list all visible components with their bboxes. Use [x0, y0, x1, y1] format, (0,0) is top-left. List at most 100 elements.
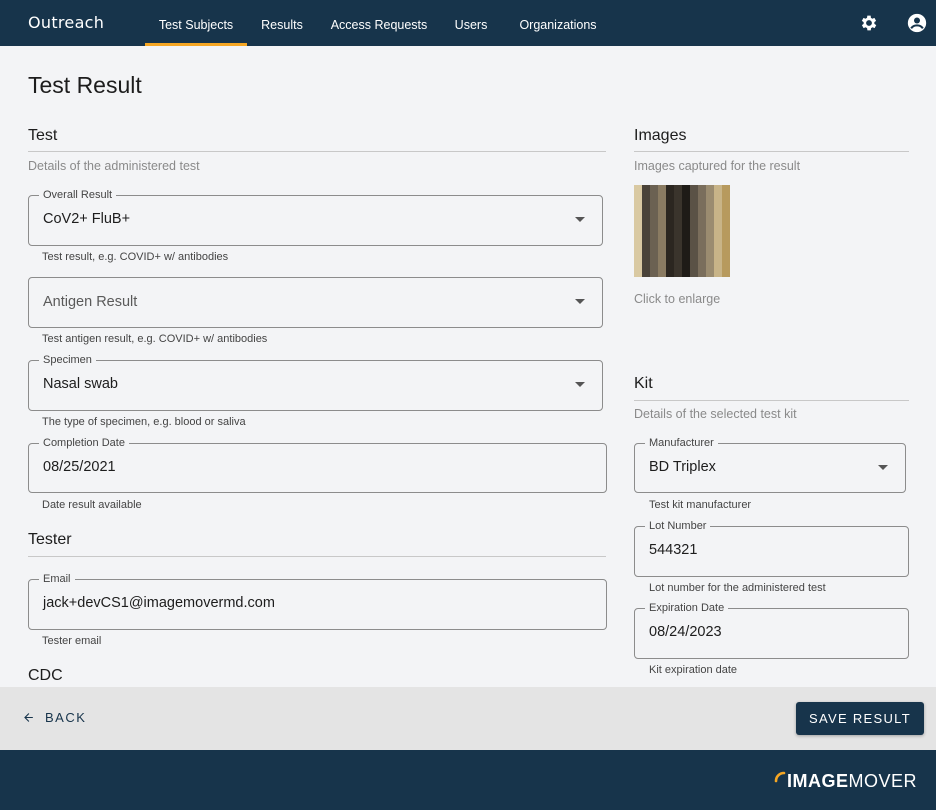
thumbnail-pixel	[642, 230, 650, 239]
logo-mark-icon	[774, 771, 786, 783]
thumbnail-pixel	[650, 230, 658, 239]
thumbnail-pixel	[714, 230, 722, 239]
thumbnail-pixel	[698, 185, 706, 193]
completion-date-input[interactable]: Completion Date 08/25/2021	[28, 436, 607, 493]
thumbnail-pixel	[682, 192, 690, 201]
thumbnail-pixel	[650, 246, 658, 254]
back-button[interactable]: BACK	[22, 710, 86, 725]
thumbnail-pixel	[706, 185, 714, 193]
antigen-result-placeholder: Antigen Result	[43, 294, 138, 310]
tester-email-label: Email	[39, 572, 75, 586]
antigen-result-select[interactable]: Antigen Result	[28, 277, 603, 328]
thumbnail-pixel	[722, 200, 730, 208]
manufacturer-select[interactable]: Manufacturer BD Triplex	[634, 436, 906, 493]
tab-organizations[interactable]: Organizations	[510, 0, 606, 46]
account-icon[interactable]	[907, 13, 927, 33]
thumbnail-pixel	[714, 238, 722, 247]
overall-result-select[interactable]: Overall Result CoV2+ FluB+	[28, 188, 603, 246]
thumbnail-pixel	[674, 200, 682, 208]
manufacturer-helper: Test kit manufacturer	[649, 499, 752, 511]
thumbnail-pixel	[674, 269, 682, 277]
thumbnail-pixel	[690, 269, 698, 277]
thumbnail-pixel	[666, 200, 674, 208]
thumbnail-pixel	[682, 207, 690, 216]
result-image-thumbnail[interactable]	[634, 185, 730, 277]
thumbnail-pixel	[666, 269, 674, 277]
tab-users[interactable]: Users	[448, 0, 494, 46]
thumbnail-pixel	[634, 223, 642, 231]
chevron-down-icon	[575, 299, 585, 304]
thumbnail-pixel	[658, 215, 666, 224]
footer: IMAGE MOVER	[0, 750, 936, 810]
thumbnail-pixel	[690, 215, 698, 224]
logo-text-bold: IMAGE	[787, 770, 849, 791]
thumbnail-pixel	[642, 238, 650, 247]
imagemover-logo: IMAGE MOVER	[773, 766, 917, 796]
thumbnail-pixel	[690, 192, 698, 201]
thumbnail-pixel	[650, 192, 658, 201]
thumbnail-pixel	[658, 192, 666, 201]
save-result-button[interactable]: SAVE RESULT	[796, 702, 924, 735]
thumbnail-pixel	[642, 261, 650, 270]
thumbnail-pixel	[722, 215, 730, 224]
thumbnail-pixel	[634, 253, 642, 262]
lot-number-input[interactable]: Lot Number 544321	[634, 519, 909, 577]
thumbnail-pixel	[706, 261, 714, 270]
images-section-title: Images	[634, 127, 687, 144]
tester-section-divider	[28, 556, 606, 557]
image-enlarge-caption[interactable]: Click to enlarge	[634, 292, 720, 306]
thumbnail-pixel	[650, 223, 658, 231]
thumbnail-pixel	[674, 246, 682, 254]
thumbnail-pixel	[706, 230, 714, 239]
manufacturer-value: BD Triplex	[649, 459, 716, 475]
thumbnail-pixel	[714, 246, 722, 254]
chevron-down-icon	[575, 217, 585, 222]
expiration-date-input[interactable]: Expiration Date 08/24/2023	[634, 601, 909, 659]
top-nav: Outreach Test Subjects Results Access Re…	[0, 0, 936, 46]
gear-icon[interactable]	[859, 13, 879, 33]
thumbnail-pixel	[682, 223, 690, 231]
thumbnail-pixel	[666, 215, 674, 224]
tab-results[interactable]: Results	[254, 0, 310, 46]
chevron-down-icon	[878, 465, 888, 470]
thumbnail-pixel	[706, 223, 714, 231]
thumbnail-pixel	[650, 200, 658, 208]
thumbnail-pixel	[698, 230, 706, 239]
thumbnail-pixel	[682, 230, 690, 239]
thumbnail-pixel	[706, 215, 714, 224]
tester-email-input[interactable]: Email jack+devCS1@imagemovermd.com	[28, 572, 607, 630]
specimen-select[interactable]: Specimen Nasal swab	[28, 353, 603, 411]
thumbnail-pixel	[634, 207, 642, 216]
tab-test-subjects[interactable]: Test Subjects	[145, 0, 247, 46]
thumbnail-pixel	[666, 207, 674, 216]
thumbnail-pixel	[690, 238, 698, 247]
completion-date-label: Completion Date	[39, 436, 129, 450]
specimen-label: Specimen	[39, 353, 96, 367]
specimen-value: Nasal swab	[43, 376, 118, 392]
images-section-divider	[634, 151, 909, 152]
thumbnail-pixel	[706, 246, 714, 254]
thumbnail-pixel	[634, 215, 642, 224]
thumbnail-pixel	[722, 246, 730, 254]
thumbnail-pixel	[658, 238, 666, 247]
thumbnail-pixel	[682, 269, 690, 277]
thumbnail-pixel	[722, 223, 730, 231]
thumbnail-pixel	[650, 269, 658, 277]
tab-access-requests[interactable]: Access Requests	[324, 0, 434, 46]
thumbnail-pixel	[722, 230, 730, 239]
thumbnail-pixel	[706, 238, 714, 247]
expiration-date-value: 08/24/2023	[649, 624, 722, 640]
thumbnail-pixel	[634, 238, 642, 247]
thumbnail-pixel	[674, 230, 682, 239]
thumbnail-pixel	[634, 246, 642, 254]
thumbnail-pixel	[650, 207, 658, 216]
specimen-helper: The type of specimen, e.g. blood or sali…	[42, 416, 246, 428]
brand-name[interactable]: Outreach	[28, 13, 104, 32]
thumbnail-pixel	[706, 192, 714, 201]
thumbnail-pixel	[642, 253, 650, 262]
expiration-date-helper: Kit expiration date	[649, 664, 738, 676]
thumbnail-pixel	[658, 230, 666, 239]
thumbnail-pixel	[650, 185, 658, 193]
thumbnail-pixel	[666, 230, 674, 239]
thumbnail-pixel	[642, 200, 650, 208]
